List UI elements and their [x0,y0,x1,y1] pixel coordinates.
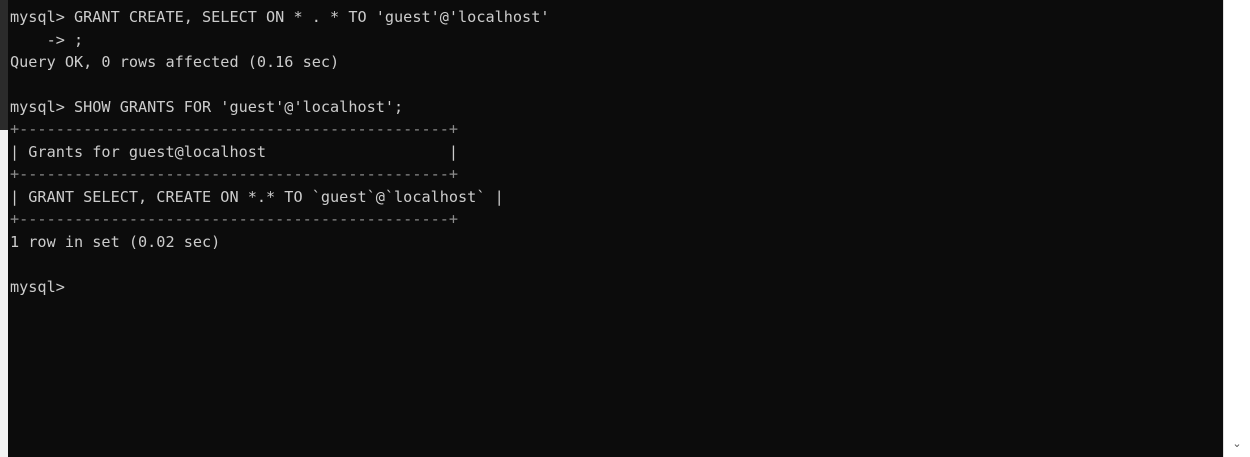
console-line-row-count: 1 row in set (0.02 sec) [10,233,221,251]
table-data-row: | GRANT SELECT, CREATE ON *.* TO `guest`… [10,188,504,206]
table-header-row: | Grants for guest@localhost | [10,143,459,161]
console-prompt[interactable]: mysql> [10,278,65,296]
terminal-screen: mysql> GRANT CREATE, SELECT ON * . * TO … [0,0,1250,457]
table-border-bottom: +---------------------------------------… [10,210,459,228]
console-line-continuation: -> ; [10,31,84,49]
chevron-down-icon[interactable]: ⌄ [1230,437,1244,451]
console-line-query-ok: Query OK, 0 rows affected (0.16 sec) [10,53,340,71]
console-line-grant-command: mysql> GRANT CREATE, SELECT ON * . * TO … [10,8,550,26]
table-border-top: +---------------------------------------… [10,120,459,138]
vertical-scrollbar[interactable]: ⌄ [1223,0,1250,457]
console-window[interactable]: mysql> GRANT CREATE, SELECT ON * . * TO … [8,0,1223,457]
console-line-show-grants: mysql> SHOW GRANTS FOR 'guest'@'localhos… [10,98,404,116]
table-border-middle: +---------------------------------------… [10,165,459,183]
